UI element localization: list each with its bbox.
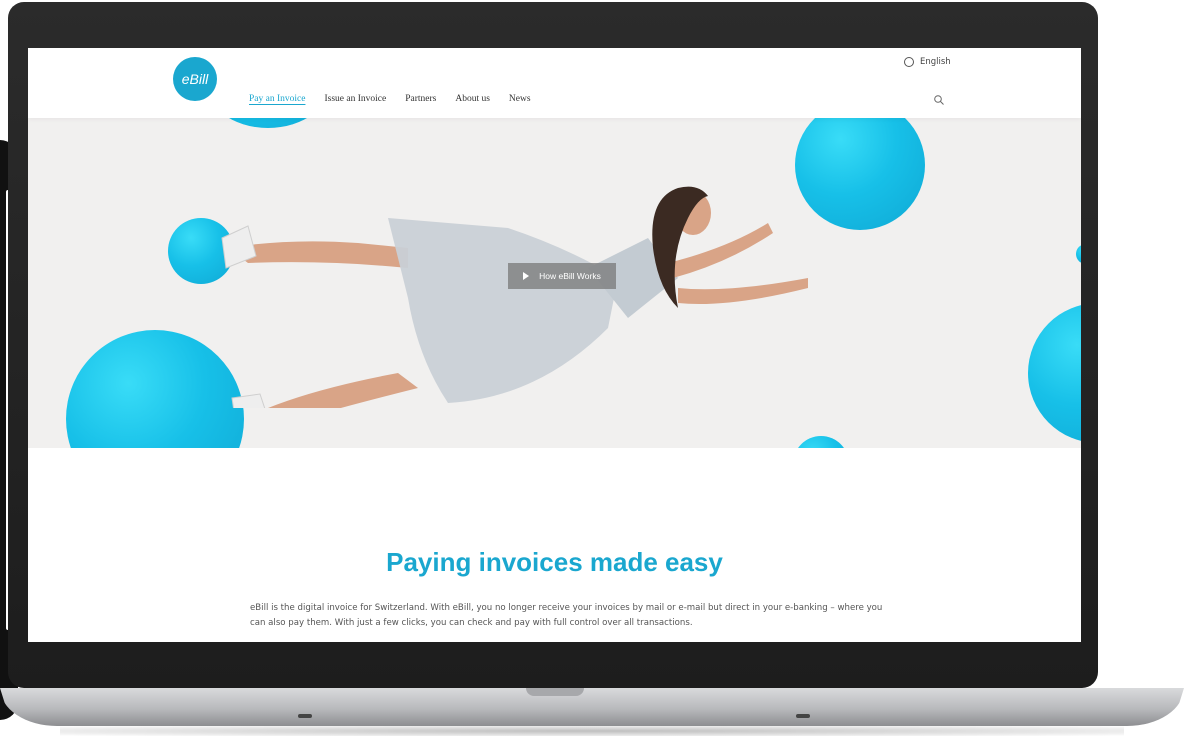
ebill-logo[interactable]: eBill: [173, 57, 217, 101]
laptop-shadow: [60, 726, 1124, 736]
nav-item-news[interactable]: News: [509, 94, 531, 104]
laptop-notch: [526, 688, 584, 696]
language-label: English: [920, 57, 951, 67]
main-nav: Pay an Invoice Issue an Invoice Partners…: [249, 94, 531, 104]
play-icon: [523, 272, 530, 280]
laptop-foot: [298, 714, 312, 718]
laptop-screen: eBill Pay an Invoice Issue an Invoice Pa…: [28, 48, 1081, 642]
decorative-sphere: [1028, 303, 1081, 443]
language-selector[interactable]: English: [904, 57, 951, 67]
intro-paragraph: eBill is the digital invoice for Switzer…: [250, 603, 883, 628]
hero-banner: How eBill Works: [28, 118, 1081, 448]
nav-item-about-us[interactable]: About us: [455, 94, 490, 104]
page-headline: Paying invoices made easy: [386, 547, 723, 578]
laptop-base: [0, 688, 1184, 726]
decorative-sphere: [793, 436, 849, 448]
laptop-foot: [796, 714, 810, 718]
decorative-sphere: [1076, 244, 1081, 264]
search-icon[interactable]: [933, 94, 945, 106]
nav-item-partners[interactable]: Partners: [405, 94, 436, 104]
nav-item-pay-an-invoice[interactable]: Pay an Invoice: [249, 94, 305, 104]
video-button-label: How eBill Works: [539, 271, 601, 281]
globe-icon: [904, 57, 914, 67]
nav-item-issue-an-invoice[interactable]: Issue an Invoice: [324, 94, 386, 104]
decorative-sphere: [203, 118, 333, 128]
site-header: eBill Pay an Invoice Issue an Invoice Pa…: [28, 48, 1081, 118]
how-ebill-works-button[interactable]: How eBill Works: [508, 263, 616, 289]
